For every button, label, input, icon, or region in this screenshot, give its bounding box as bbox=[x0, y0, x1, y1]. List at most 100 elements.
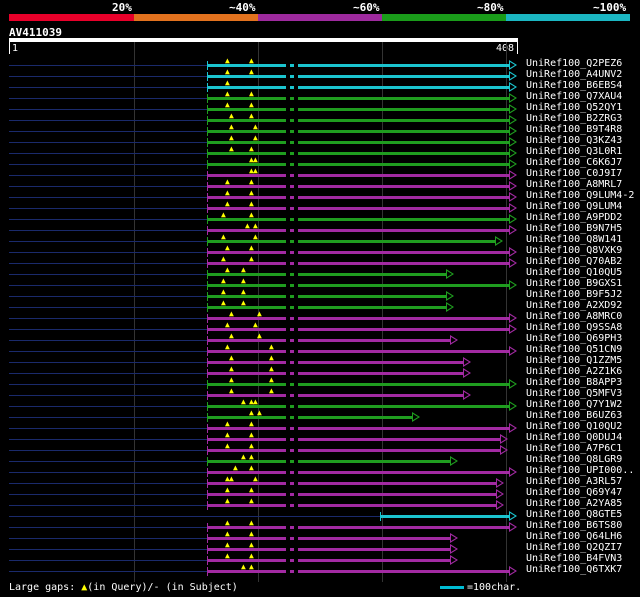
subject-gap-marker bbox=[294, 449, 298, 452]
hit-row[interactable]: ▲ ▲ UniRef100_Q6TXK7 bbox=[0, 562, 640, 577]
alignment-bar[interactable] bbox=[207, 339, 450, 342]
hit-label-link[interactable]: UniRef100_Q69PH3 bbox=[526, 333, 622, 344]
hit-label-link[interactable]: UniRef100_Q5MFV3 bbox=[526, 388, 622, 399]
alignment-start-tick bbox=[207, 171, 208, 180]
hit-label-link[interactable]: UniRef100_Q8LGR9 bbox=[526, 454, 622, 465]
hit-label-link[interactable]: UniRef100_B9GXS1 bbox=[526, 278, 622, 289]
hit-label-link[interactable]: UniRef100_Q8W141 bbox=[526, 234, 622, 245]
hit-label-link[interactable]: UniRef100_Q7Y1W2 bbox=[526, 399, 622, 410]
hit-label-link[interactable]: UniRef100_A8MRL7 bbox=[526, 179, 622, 190]
alignment-start-tick bbox=[207, 413, 208, 422]
hit-label-link[interactable]: UniRef100_Q2PEZ6 bbox=[526, 58, 622, 69]
alignment-end-arrow-inner bbox=[510, 84, 515, 90]
query-gap-marker-icon: ▲ bbox=[253, 397, 258, 406]
hit-label-link[interactable]: UniRef100_Q52QY1 bbox=[526, 102, 622, 113]
hit-label-link[interactable]: UniRef100_Q3L0R1 bbox=[526, 146, 622, 157]
alignment-end-arrow-inner bbox=[510, 513, 515, 519]
hit-label-link[interactable]: UniRef100_A3RL57 bbox=[526, 476, 622, 487]
alignment-bar[interactable] bbox=[207, 372, 463, 375]
subject-gap-marker bbox=[286, 438, 290, 441]
hit-label-link[interactable]: UniRef100_Q3KZ43 bbox=[526, 135, 622, 146]
alignment-bar[interactable] bbox=[207, 361, 463, 364]
legend-tick-80: ~80% bbox=[477, 1, 504, 14]
alignment-start-tick bbox=[207, 270, 208, 279]
hit-label-link[interactable]: UniRef100_Q8VXK9 bbox=[526, 245, 622, 256]
subject-gap-marker bbox=[294, 482, 298, 485]
alignment-start-tick bbox=[207, 501, 208, 510]
subject-gap-marker bbox=[294, 471, 298, 474]
hit-label-link[interactable]: UniRef100_Q7XAU4 bbox=[526, 91, 622, 102]
query-gap-marker-icon: ▲ bbox=[229, 111, 234, 120]
hit-label-link[interactable]: UniRef100_Q0DUJ4 bbox=[526, 432, 622, 443]
unaligned-line bbox=[9, 373, 207, 374]
hit-label-link[interactable]: UniRef100_B9N7H5 bbox=[526, 223, 622, 234]
hit-label-link[interactable]: UniRef100_B4FVN3 bbox=[526, 553, 622, 564]
alignment-bar[interactable] bbox=[380, 515, 509, 518]
hit-label-link[interactable]: UniRef100_B2ZRG3 bbox=[526, 113, 622, 124]
hit-label-link[interactable]: UniRef100_C0J9I7 bbox=[526, 168, 622, 179]
gap-legend-subject: (in Subject) bbox=[159, 582, 238, 593]
subject-gap-marker bbox=[286, 570, 290, 573]
hit-label-link[interactable]: UniRef100_A2Z1K6 bbox=[526, 366, 622, 377]
subject-gap-marker bbox=[286, 317, 290, 320]
hit-label-link[interactable]: UniRef100_Q1ZZM5 bbox=[526, 355, 622, 366]
alignment-bar[interactable] bbox=[207, 383, 509, 386]
hit-label-link[interactable]: UniRef100_Q64LH6 bbox=[526, 531, 622, 542]
alignment-start-tick bbox=[207, 94, 208, 103]
hit-label-link[interactable]: UniRef100_Q2QZI7 bbox=[526, 542, 622, 553]
alignment-start-tick bbox=[207, 105, 208, 114]
hit-label-link[interactable]: UniRef100_Q9SSA8 bbox=[526, 322, 622, 333]
query-gap-marker-icon: ▲ bbox=[225, 342, 230, 351]
query-gap-marker-icon: ▲ bbox=[241, 265, 246, 274]
subject-gap-marker bbox=[286, 207, 290, 210]
subject-gap-marker bbox=[294, 504, 298, 507]
alignment-start-tick bbox=[207, 127, 208, 136]
hit-label-link[interactable]: UniRef100_A7P6C1 bbox=[526, 443, 622, 454]
legend-tick-40: ~40% bbox=[229, 1, 256, 14]
hit-label-link[interactable]: UniRef100_Q70AB2 bbox=[526, 256, 622, 267]
hit-label-link[interactable]: UniRef100_B6TS80 bbox=[526, 520, 622, 531]
hit-label-link[interactable]: UniRef100_Q9LUM4-2 bbox=[526, 190, 634, 201]
hit-label-link[interactable]: UniRef100_A2XD92 bbox=[526, 300, 622, 311]
query-gap-marker-icon: ▲ bbox=[253, 474, 258, 483]
hit-label-link[interactable]: UniRef100_B9T4R8 bbox=[526, 124, 622, 135]
subject-gap-marker bbox=[286, 273, 290, 276]
hit-label-link[interactable]: UniRef100_B6EBS4 bbox=[526, 80, 622, 91]
hit-label-link[interactable]: UniRef100_Q10QU5 bbox=[526, 267, 622, 278]
alignment-bar[interactable] bbox=[207, 284, 509, 287]
hit-label-link[interactable]: UniRef100_Q10QU2 bbox=[526, 421, 622, 432]
query-gap-marker-icon: ▲ bbox=[249, 177, 254, 186]
hit-label-link[interactable]: UniRef100_Q6TXK7 bbox=[526, 564, 622, 575]
subject-gap-marker bbox=[294, 460, 298, 463]
hit-label-link[interactable]: UniRef100_B8APP3 bbox=[526, 377, 622, 388]
query-gap-marker-icon: ▲ bbox=[249, 144, 254, 153]
hit-label-link[interactable]: UniRef100_B9F5J2 bbox=[526, 289, 622, 300]
alignment-end-arrow-inner bbox=[510, 524, 515, 530]
query-gap-marker-icon: ▲ bbox=[225, 177, 230, 186]
alignment-bar[interactable] bbox=[207, 416, 412, 419]
hit-label-link[interactable]: UniRef100_A9PDD2 bbox=[526, 212, 622, 223]
hit-label-link[interactable]: UniRef100_C6K6J7 bbox=[526, 157, 622, 168]
alignment-end-arrow-inner bbox=[510, 95, 515, 101]
alignment-bar[interactable] bbox=[207, 350, 509, 353]
hit-label-link[interactable]: UniRef100_A8MRC0 bbox=[526, 311, 622, 322]
hit-label-link[interactable]: UniRef100_UPI000.. bbox=[526, 465, 634, 476]
alignment-end-arrow-inner bbox=[497, 480, 502, 486]
hit-label-link[interactable]: UniRef100_Q51CN9 bbox=[526, 344, 622, 355]
alignment-end-arrow-inner bbox=[464, 370, 469, 376]
hit-label-link[interactable]: UniRef100_A2YA85 bbox=[526, 498, 622, 509]
hit-label-link[interactable]: UniRef100_Q69Y47 bbox=[526, 487, 622, 498]
hit-label-link[interactable]: UniRef100_B6UZ63 bbox=[526, 410, 622, 421]
legend-segment-80 bbox=[382, 14, 506, 21]
hit-label-link[interactable]: UniRef100_A4UNV2 bbox=[526, 69, 622, 80]
query-gap-marker-icon: ▲ bbox=[225, 518, 230, 527]
alignment-start-tick bbox=[207, 534, 208, 543]
hit-label-link[interactable]: UniRef100_Q8GTE5 bbox=[526, 509, 622, 520]
query-gap-marker-icon: ▲ bbox=[249, 485, 254, 494]
alignment-bar[interactable] bbox=[207, 537, 450, 540]
query-gap-marker-icon: ▲ bbox=[241, 276, 246, 285]
alignment-bar[interactable] bbox=[207, 548, 450, 551]
hit-label-link[interactable]: UniRef100_Q9LUM4 bbox=[526, 201, 622, 212]
gap-legend-prefix: Large gaps: bbox=[9, 582, 82, 593]
query-gap-marker-icon: ▲ bbox=[249, 463, 254, 472]
